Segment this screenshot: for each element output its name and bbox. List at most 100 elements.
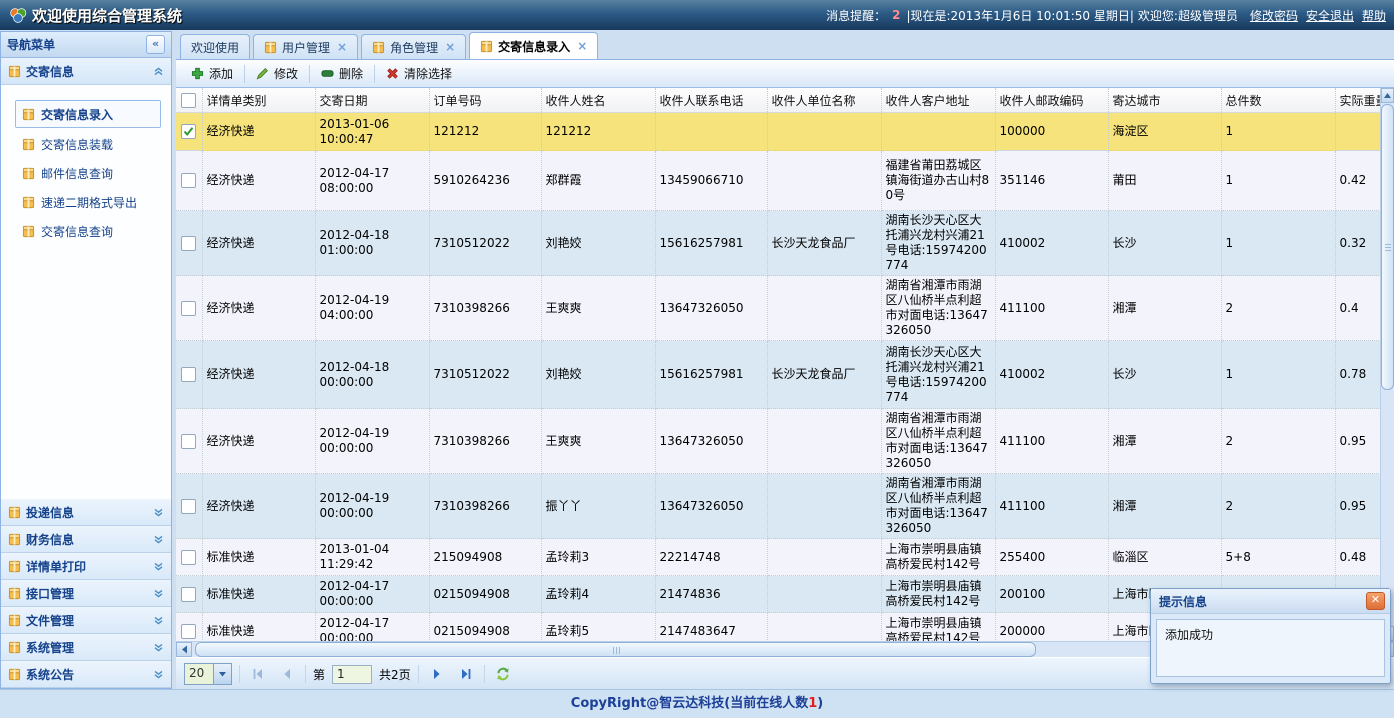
column-header[interactable]: 收件人姓名 xyxy=(541,88,655,113)
sidebar-item[interactable]: 交寄信息装载 xyxy=(15,131,161,157)
column-header[interactable]: 交寄日期 xyxy=(315,88,429,113)
horizontal-scrollbar-thumb[interactable] xyxy=(195,642,1036,657)
chevron-up-icon[interactable] xyxy=(153,66,164,77)
last-page-button[interactable] xyxy=(455,663,477,685)
table-row[interactable]: 经济快递2012-04-19 04:00:007310398266王爽爽1364… xyxy=(176,276,1380,341)
sidebar-item[interactable]: 速递二期格式导出 xyxy=(15,189,161,215)
row-checkbox[interactable] xyxy=(181,236,196,251)
chevron-down-icon[interactable] xyxy=(153,669,164,680)
sidebar-section-collapsed[interactable]: 详情单打印 xyxy=(1,553,171,580)
table-cell: 21474836 xyxy=(655,576,767,613)
tab-close-icon[interactable]: × xyxy=(445,40,455,54)
row-checkbox[interactable] xyxy=(181,124,196,139)
sidebar-section-collapsed[interactable]: 系统管理 xyxy=(1,634,171,661)
popup-header[interactable]: 提示信息 ✕ xyxy=(1151,589,1390,614)
table-row[interactable]: 标准快递2013-01-04 11:29:42215094908孟玲莉32221… xyxy=(176,539,1380,576)
row-checkbox[interactable] xyxy=(181,367,196,382)
vertical-scrollbar[interactable] xyxy=(1380,88,1394,641)
sidebar-section-expanded[interactable]: 交寄信息 xyxy=(1,58,171,85)
toolbar-button-delete[interactable]: 删除 xyxy=(312,62,372,85)
tab-item[interactable]: 交寄信息录入× xyxy=(469,32,598,59)
chevron-down-icon[interactable] xyxy=(153,561,164,572)
row-checkbox[interactable] xyxy=(181,587,196,602)
sidebar-section-collapsed[interactable]: 财务信息 xyxy=(1,526,171,553)
column-header[interactable]: 收件人联系电话 xyxy=(655,88,767,113)
topbar-link[interactable]: 安全退出 xyxy=(1306,9,1354,23)
chevron-down-icon[interactable] xyxy=(153,615,164,626)
table-cell: 100000 xyxy=(995,113,1108,151)
first-page-button[interactable] xyxy=(247,663,269,685)
scroll-left-icon[interactable] xyxy=(176,642,192,657)
sidebar-section-collapsed[interactable]: 投递信息 xyxy=(1,499,171,526)
sidebar-item-label: 交寄信息装载 xyxy=(41,136,113,153)
table-row[interactable]: 经济快递2012-04-19 00:00:007310398266王爽爽1364… xyxy=(176,409,1380,474)
table-row[interactable]: 经济快递2012-04-17 08:00:005910264236郑群霞1345… xyxy=(176,151,1380,211)
scroll-up-icon[interactable] xyxy=(1381,88,1394,103)
column-header[interactable]: 寄达城市 xyxy=(1108,88,1221,113)
sidebar-item[interactable]: 交寄信息查询 xyxy=(15,218,161,244)
sidebar-collapsed-sections: 投递信息财务信息详情单打印接口管理文件管理系统管理系统公告 xyxy=(1,499,171,688)
chevron-down-icon[interactable] xyxy=(153,642,164,653)
tab-close-icon[interactable]: × xyxy=(337,40,347,54)
page-size-select[interactable]: 20 xyxy=(184,663,232,685)
sidebar-section-label: 财务信息 xyxy=(26,531,74,548)
table-cell: 2012-04-17 00:00:00 xyxy=(315,576,429,613)
sidebar-item[interactable]: 邮件信息查询 xyxy=(15,160,161,186)
sidebar-section-collapsed[interactable]: 接口管理 xyxy=(1,580,171,607)
select-all-checkbox[interactable] xyxy=(181,93,196,108)
row-checkbox[interactable] xyxy=(181,550,196,565)
column-header[interactable]: 实际重量 xyxy=(1335,88,1380,113)
sidebar-section-label: 文件管理 xyxy=(26,612,74,629)
sidebar-section-collapsed[interactable]: 系统公告 xyxy=(1,661,171,688)
table-row[interactable]: 经济快递2012-04-19 00:00:007310398266振丫丫1364… xyxy=(176,474,1380,539)
table-row[interactable]: 经济快递2013-01-06 10:00:4712121212121210000… xyxy=(176,113,1380,151)
table-cell: 上海市崇明县庙镇高桥爱民村142号 xyxy=(881,576,995,613)
chevron-down-icon[interactable] xyxy=(213,664,231,684)
topbar-link[interactable]: 帮助 xyxy=(1362,9,1386,23)
column-header[interactable]: 订单号码 xyxy=(429,88,541,113)
sidebar-section-collapsed[interactable]: 文件管理 xyxy=(1,607,171,634)
row-checkbox[interactable] xyxy=(181,173,196,188)
sidebar-item[interactable]: 交寄信息录入 xyxy=(15,100,161,128)
table-row[interactable]: 经济快递2012-04-18 01:00:007310512022刘艳姣1561… xyxy=(176,211,1380,276)
table-cell: 200000 xyxy=(995,613,1108,642)
chevron-down-icon[interactable] xyxy=(153,588,164,599)
toolbar-button-label: 清除选择 xyxy=(404,65,452,82)
previous-page-button[interactable] xyxy=(276,663,298,685)
package-icon xyxy=(8,641,21,654)
column-header[interactable]: 总件数 xyxy=(1221,88,1335,113)
tab-close-icon[interactable]: × xyxy=(577,39,587,53)
row-checkbox[interactable] xyxy=(181,434,196,449)
welcome-text: 欢迎您:超级管理员 xyxy=(1138,7,1238,24)
sidebar-section-label: 系统公告 xyxy=(26,666,74,683)
chevron-down-icon[interactable] xyxy=(153,534,164,545)
table-cell xyxy=(767,539,881,576)
refresh-icon[interactable] xyxy=(492,663,514,685)
table-row[interactable]: 经济快递2012-04-18 00:00:007310512022刘艳姣1561… xyxy=(176,341,1380,409)
page-number-input[interactable] xyxy=(332,665,372,684)
tab-item[interactable]: 欢迎使用 xyxy=(180,34,250,59)
row-checkbox-cell xyxy=(176,613,202,642)
column-header[interactable]: 详情单类别 xyxy=(202,88,315,113)
next-page-button[interactable] xyxy=(426,663,448,685)
row-checkbox[interactable] xyxy=(181,624,196,639)
sidebar-collapse-button[interactable]: « xyxy=(146,35,165,54)
close-icon[interactable]: ✕ xyxy=(1366,592,1385,610)
row-checkbox[interactable] xyxy=(181,301,196,316)
topbar-link[interactable]: 修改密码 xyxy=(1250,9,1298,23)
column-header[interactable]: 收件人邮政编码 xyxy=(995,88,1108,113)
column-header[interactable]: 收件人单位名称 xyxy=(767,88,881,113)
tab-item[interactable]: 角色管理× xyxy=(361,34,466,59)
row-checkbox[interactable] xyxy=(181,499,196,514)
toolbar-button-clear-selection[interactable]: 清除选择 xyxy=(377,62,461,85)
table-cell: 孟玲莉3 xyxy=(541,539,655,576)
table-cell: 0.4 xyxy=(1335,276,1380,341)
chevron-down-icon[interactable] xyxy=(153,507,164,518)
tab-item[interactable]: 用户管理× xyxy=(253,34,358,59)
vertical-scrollbar-thumb[interactable] xyxy=(1381,104,1394,390)
toolbar-button-add[interactable]: 添加 xyxy=(182,62,242,85)
column-header[interactable]: 收件人客户地址 xyxy=(881,88,995,113)
message-count-badge[interactable]: 2 xyxy=(892,8,900,22)
table-cell: 湖南省湘潭市雨湖区八仙桥半点利超市对面电话:13647326050 xyxy=(881,276,995,341)
toolbar-button-edit[interactable]: 修改 xyxy=(247,62,307,85)
